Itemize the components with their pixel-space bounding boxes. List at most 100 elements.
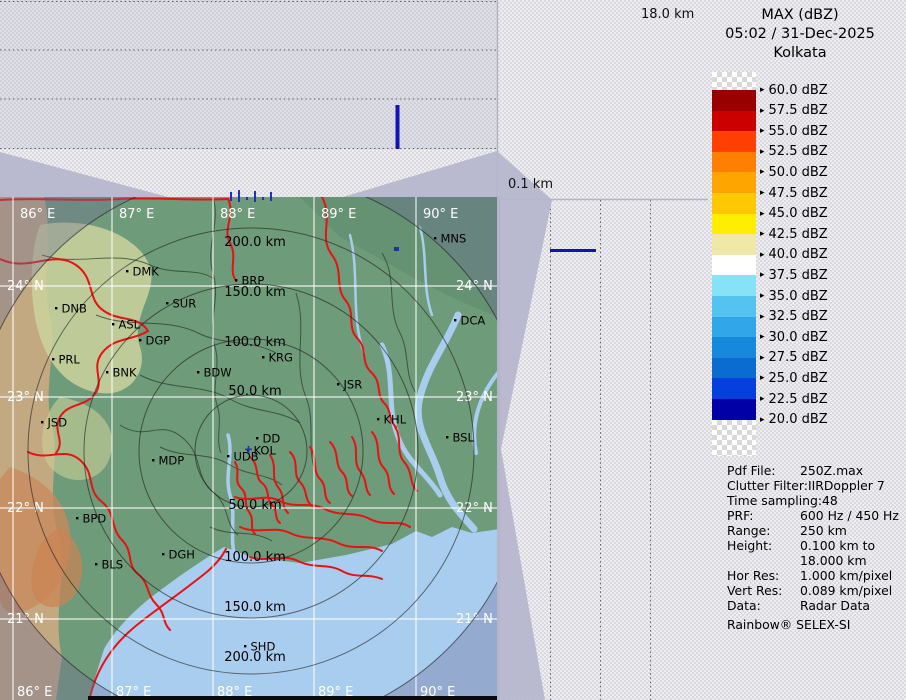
color-band (712, 399, 756, 420)
tick-label: 35.0 dBZ (769, 289, 828, 304)
color-band (712, 234, 756, 255)
software-brand: Rainbow® SELEX-SI (727, 617, 850, 632)
range-ring-label: 100.0 km (224, 550, 286, 565)
color-band (712, 172, 756, 193)
metadata-label: Vert Res: (727, 583, 800, 598)
parallel-label-left: 22° N (7, 501, 44, 516)
city-label: ASL (119, 318, 141, 332)
legend-tick: ▸ 35.0 dBZ (760, 287, 828, 305)
legend-tick: ▸37.5 dBZ (760, 266, 828, 284)
parallel-label-right: 24° N (456, 279, 493, 294)
color-band-below-min (712, 420, 756, 456)
metadata-value: 0.089 km/pixel (800, 583, 892, 598)
city-marker (434, 237, 436, 239)
meridian-label-top: 86° E (20, 207, 55, 222)
height-scale-min-label: 0.1 km (508, 177, 553, 192)
metadata-label: Time sampling: (727, 493, 822, 508)
city-marker (256, 437, 258, 439)
parallel-label-left: 23° N (7, 390, 44, 405)
city-marker (244, 645, 246, 647)
parallel-label-right: 21° N (456, 612, 493, 627)
tick-label: 50.0 dBZ (769, 165, 828, 180)
city-label: JSD (47, 416, 68, 430)
city-label: DGH (169, 548, 195, 562)
city-marker (152, 459, 154, 461)
metadata-value: 0.100 km to (800, 538, 875, 553)
metadata-row: PRF:600 Hz / 450 Hz (727, 508, 905, 523)
city-label: BDW (204, 366, 232, 380)
tick-label: 60.0 dBZ (769, 83, 828, 98)
city-label: BRP (242, 274, 265, 288)
legend-tick: ▸ 20.0 dBZ (760, 411, 828, 429)
metadata-label: Clutter Filter: (727, 478, 808, 493)
metadata-label: Pdf File: (727, 463, 800, 478)
city-marker (76, 517, 78, 519)
color-band (712, 317, 756, 338)
legend-tick: ▸22.5 dBZ (760, 390, 828, 408)
tick-arrow-icon: ▸ (760, 246, 765, 264)
color-band (712, 193, 756, 214)
color-band (712, 358, 756, 379)
tick-arrow-icon: ▸ (760, 390, 765, 408)
tick-arrow-icon: ▸ (760, 122, 765, 140)
tick-label: 42.5 dBZ (769, 227, 828, 242)
legend-panel: MAX (dBZ) 05:02 / 31-Dec-2025 Kolkata ▸6… (700, 0, 906, 700)
range-ring-label: 100.0 km (224, 335, 286, 350)
meridian-label-top: 87° E (119, 207, 154, 222)
blind-cone-wedge-left (0, 152, 168, 197)
color-band (712, 255, 756, 276)
radar-map: 86° E86° E87° E87° E88° E88° E89° E89° E… (0, 197, 500, 700)
range-ring-label: 50.0 km (228, 498, 281, 513)
tick-label: 32.5 dBZ (769, 309, 828, 324)
legend-tick: ▸60.0 dBZ (760, 81, 828, 99)
color-band-above-max (712, 72, 756, 90)
city-label: SHD (251, 640, 276, 654)
city-marker (454, 319, 456, 321)
metadata-value: 600 Hz / 450 Hz (800, 508, 899, 523)
metadata-row: 18.000 km (727, 553, 905, 568)
radar-echo-blob (394, 247, 399, 251)
radar-product-screen: { "header": { "product": "MAX (dBZ)", "d… (0, 0, 906, 700)
tick-arrow-icon: ▸ (760, 184, 765, 202)
city-marker (126, 270, 128, 272)
tick-label: 40.0 dBZ (769, 247, 828, 262)
parallel-label-right: 23° N (456, 390, 493, 405)
city-marker (55, 307, 57, 309)
city-label: JSR (343, 378, 363, 392)
tick-arrow-icon: ▸ (760, 287, 765, 305)
tick-label: 52.5 dBZ (769, 144, 828, 159)
metadata-value: Radar Data (800, 598, 870, 613)
tick-arrow-icon: ▸ (760, 205, 765, 223)
tick-arrow-icon: ▸ (760, 225, 765, 243)
map-canvas: 86° E86° E87° E87° E88° E88° E89° E89° E… (0, 197, 500, 700)
metadata-value: 250Z.max (800, 463, 863, 478)
metadata-value: 48 (822, 493, 838, 508)
color-band (712, 337, 756, 358)
metadata-value: 1.000 km/pixel (800, 568, 892, 583)
range-ring-label: 200.0 km (224, 235, 286, 250)
meridian-label-bottom: 86° E (17, 685, 52, 700)
station-name: Kolkata (700, 44, 900, 63)
tick-label: 55.0 dBZ (769, 124, 828, 139)
metadata-value: IIRDoppler 7 (808, 478, 885, 493)
metadata-label: PRF: (727, 508, 800, 523)
city-marker (337, 383, 339, 385)
metadata-label: Range: (727, 523, 800, 538)
legend-tick: ▸32.5 dBZ (760, 308, 828, 326)
city-marker (139, 339, 141, 341)
tick-label: 20.0 dBZ (769, 412, 828, 427)
metadata-value: 18.000 km (800, 553, 867, 568)
metadata-label: Hor Res: (727, 568, 800, 583)
city-label: BNK (113, 366, 137, 380)
city-label: DGP (146, 334, 171, 348)
tick-label: 30.0 dBZ (769, 330, 828, 345)
tick-arrow-icon: ▸ (760, 411, 765, 429)
color-band (712, 275, 756, 296)
tick-arrow-icon: ▸ (760, 143, 765, 161)
color-band (712, 152, 756, 173)
city-marker (162, 553, 164, 555)
meridian-label-top: 88° E (220, 207, 255, 222)
metadata-label: Data: (727, 598, 800, 613)
city-marker (112, 323, 114, 325)
tick-label: 57.5 dBZ (769, 103, 828, 118)
